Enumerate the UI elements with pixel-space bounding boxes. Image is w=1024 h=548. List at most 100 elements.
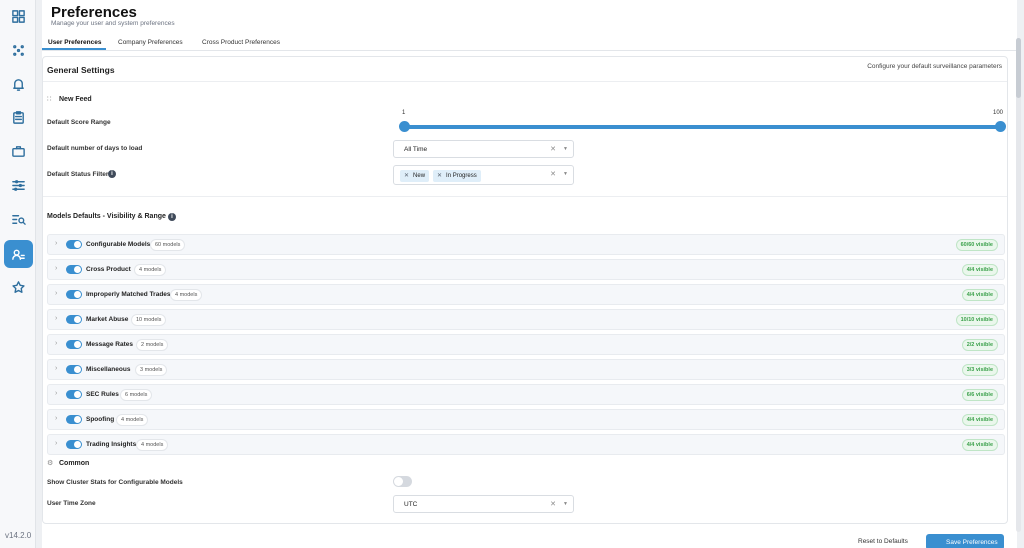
chevron-right-icon[interactable]: › — [55, 365, 57, 372]
cluster-stats-label: Show Cluster Stats for Configurable Mode… — [47, 479, 183, 486]
general-settings-title: General Settings — [47, 65, 115, 75]
model-visibility-toggle[interactable] — [66, 340, 82, 349]
time-zone-value: UTC — [404, 501, 418, 508]
bell-icon[interactable] — [8, 74, 28, 94]
chevron-right-icon[interactable]: › — [55, 415, 57, 422]
remove-chip-icon[interactable]: ✕ — [404, 173, 409, 179]
network-icon[interactable] — [8, 40, 28, 60]
version-label: v14.2.0 — [5, 531, 32, 540]
model-count-badge: 4 models — [116, 414, 149, 426]
model-visibility-toggle[interactable] — [66, 315, 82, 324]
chevron-right-icon[interactable]: › — [55, 265, 57, 272]
model-row[interactable]: › Market Abuse 10 models 10/10 visible — [47, 309, 1005, 330]
models-defaults-heading: Models Defaults - Visibility & Range — [47, 213, 166, 220]
model-group-name: Market Abuse — [86, 316, 129, 323]
score-min-value: 1 — [402, 110, 406, 116]
save-button-label: Save Preferences — [946, 539, 998, 546]
status-filter-select[interactable]: ✕ New ✕ In Progress ✕ ▼ — [393, 165, 574, 185]
info-icon[interactable]: i — [108, 170, 116, 178]
visible-badge: 4/4 visible — [961, 289, 998, 301]
info-icon[interactable]: i — [168, 213, 176, 221]
tab-cross-product-preferences[interactable]: Cross Product Preferences — [202, 39, 280, 46]
scrollbar[interactable] — [1016, 38, 1021, 532]
model-group-name: SEC Rules — [86, 391, 119, 398]
tab-bar: User Preferences Company Preferences Cro… — [42, 35, 1017, 51]
visible-badge: 4/4 visible — [961, 439, 998, 451]
rss-icon: ∷ — [47, 96, 52, 103]
model-visibility-toggle[interactable] — [66, 265, 82, 274]
star-icon[interactable] — [8, 277, 28, 297]
model-count-badge: 4 models — [134, 264, 167, 276]
chevron-right-icon[interactable]: › — [55, 440, 57, 447]
model-group-name: Trading Insights — [86, 441, 137, 448]
days-to-load-select[interactable]: All Time ✕ ▼ — [393, 140, 574, 158]
page-subtitle: Manage your user and system preferences — [51, 20, 175, 27]
model-group-name: Message Rates — [86, 341, 133, 348]
save-preferences-button[interactable]: Save Preferences — [926, 534, 1004, 548]
common-heading: Common — [59, 460, 90, 467]
status-chip-label: New — [413, 173, 426, 179]
active-tab-underline — [42, 48, 106, 50]
model-visibility-toggle[interactable] — [66, 240, 82, 249]
model-visibility-toggle[interactable] — [66, 290, 82, 299]
chevron-right-icon[interactable]: › — [55, 315, 57, 322]
model-visibility-toggle[interactable] — [66, 415, 82, 424]
visible-badge: 2/2 visible — [961, 339, 998, 351]
clear-icon[interactable]: ✕ — [550, 500, 556, 508]
visible-badge: 60/60 visible — [955, 239, 998, 251]
briefcase-icon[interactable] — [8, 141, 28, 161]
status-chip-new[interactable]: ✕ New — [400, 170, 430, 182]
model-visibility-toggle[interactable] — [66, 440, 82, 449]
status-chip-in-progress[interactable]: ✕ In Progress — [433, 170, 481, 182]
model-row[interactable]: › SEC Rules 6 models 6/6 visible — [47, 384, 1005, 405]
clipboard-icon[interactable] — [8, 107, 28, 127]
chevron-right-icon[interactable]: › — [55, 340, 57, 347]
cluster-stats-toggle[interactable] — [393, 476, 412, 487]
search-list-icon[interactable] — [8, 209, 28, 229]
model-row[interactable]: › Message Rates 2 models 2/2 visible — [47, 334, 1005, 355]
scrollbar-thumb[interactable] — [1016, 38, 1021, 98]
tab-company-preferences[interactable]: Company Preferences — [118, 39, 183, 46]
chevron-right-icon[interactable]: › — [55, 390, 57, 397]
gear-icon: ⚙ — [47, 460, 54, 467]
chevron-right-icon[interactable]: › — [55, 240, 57, 247]
score-range-label: Default Score Range — [47, 119, 111, 126]
days-to-load-label: Default number of days to load — [47, 145, 143, 152]
model-row[interactable]: › Improperly Matched Trades 4 models 4/4… — [47, 284, 1005, 305]
model-row[interactable]: › Trading Insights 4 models 4/4 visible — [47, 434, 1005, 455]
model-row[interactable]: › Miscellaneous 3 models 3/3 visible — [47, 359, 1005, 380]
sidebar: v14.2.0 — [0, 0, 36, 548]
divider — [43, 81, 1007, 82]
reset-to-defaults-button[interactable]: Reset to Defaults — [858, 538, 908, 545]
dashboard-icon[interactable] — [8, 6, 28, 26]
tab-user-preferences[interactable]: User Preferences — [48, 39, 101, 46]
visible-badge: 6/6 visible — [961, 389, 998, 401]
model-visibility-toggle[interactable] — [66, 365, 82, 374]
time-zone-select[interactable]: UTC ✕ ▼ — [393, 495, 574, 513]
model-count-badge: 4 models — [136, 439, 169, 451]
model-row[interactable]: › Cross Product 4 models 4/4 visible — [47, 259, 1005, 280]
remove-chip-icon[interactable]: ✕ — [437, 173, 442, 179]
chevron-right-icon[interactable]: › — [55, 290, 57, 297]
chevron-down-icon[interactable]: ▼ — [563, 501, 568, 507]
model-visibility-toggle[interactable] — [66, 390, 82, 399]
model-count-badge: 2 models — [136, 339, 169, 351]
model-count-badge: 6 models — [120, 389, 153, 401]
score-max-handle[interactable] — [995, 121, 1006, 132]
sliders-icon[interactable] — [8, 175, 28, 195]
chevron-down-icon[interactable]: ▼ — [563, 146, 568, 152]
model-row[interactable]: › Configurable Models 60 models 60/60 vi… — [47, 234, 1005, 255]
score-min-handle[interactable] — [399, 121, 410, 132]
days-to-load-value: All Time — [404, 146, 428, 153]
score-range-track[interactable] — [404, 125, 1001, 129]
model-group-name: Spoofing — [86, 416, 115, 423]
model-group-name: Configurable Models — [86, 241, 151, 248]
status-chip-label: In Progress — [446, 173, 477, 179]
clear-icon[interactable]: ✕ — [550, 170, 556, 178]
visible-badge: 3/3 visible — [961, 364, 998, 376]
clear-icon[interactable]: ✕ — [550, 145, 556, 153]
model-row[interactable]: › Spoofing 4 models 4/4 visible — [47, 409, 1005, 430]
divider — [43, 196, 1007, 197]
user-settings-icon[interactable] — [4, 240, 33, 268]
chevron-down-icon[interactable]: ▼ — [563, 171, 568, 177]
